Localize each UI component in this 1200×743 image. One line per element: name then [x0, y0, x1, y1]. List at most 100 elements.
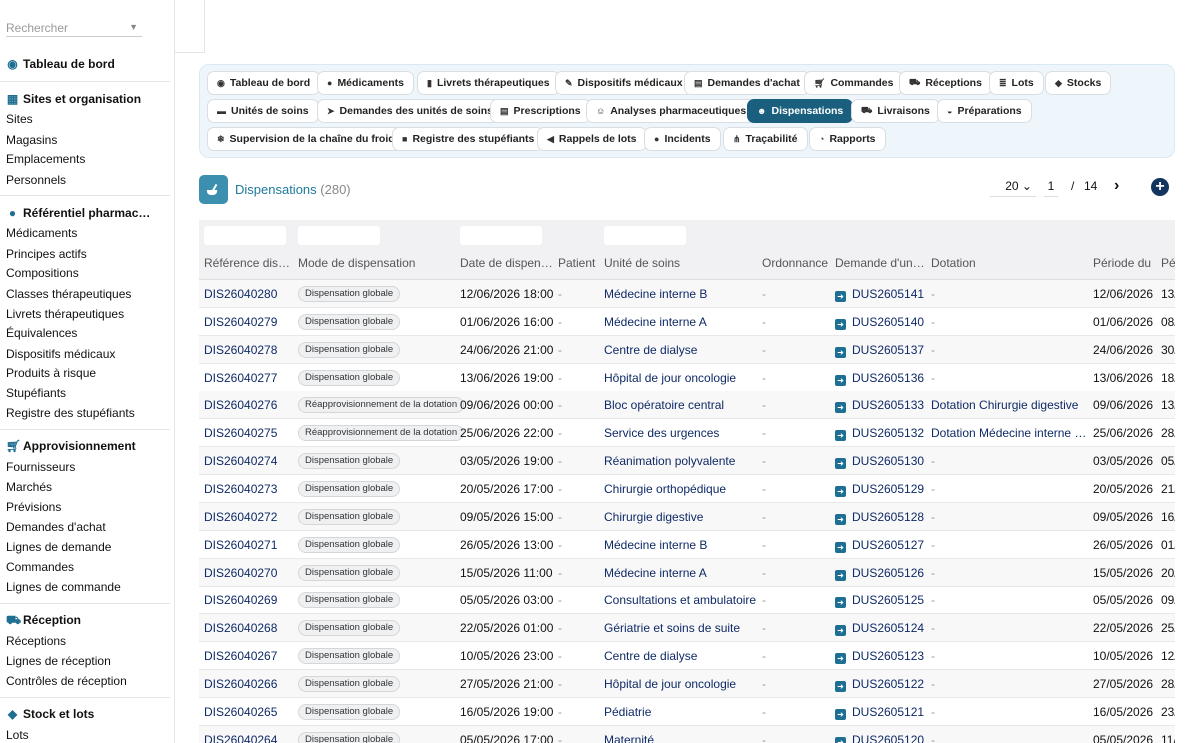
sidebar-section-approvisionnement[interactable]: 🛒︎ Approvisionnement [6, 439, 136, 453]
unit-cell[interactable]: Médecine interne A [604, 315, 707, 329]
nav-tableau-de-bord[interactable]: ◉ Tableau de bord [207, 71, 321, 95]
nav-demandes-achat[interactable]: ▤ Demandes d'achat [684, 71, 810, 95]
nav-analyses-pharmaceutiques[interactable]: ☺ Analyses pharmaceutiques [586, 99, 757, 123]
reference-cell[interactable]: DIS26040279 [204, 315, 277, 329]
nav-demandes-unites-soins[interactable]: ➤ Demandes des unités de soins [317, 99, 504, 123]
reference-cell[interactable]: DIS26040270 [204, 566, 277, 580]
table-row[interactable]: DIS26040272 Dispensation globale 09/05/202… [199, 502, 1175, 531]
nav-incidents[interactable]: ● Incidents [644, 127, 721, 151]
nav-stocks[interactable]: ◆ Stocks [1045, 71, 1112, 95]
demande-cell[interactable]: ➜ DUS2605133 [835, 398, 924, 414]
unit-cell[interactable]: Hôpital de jour oncologie [604, 677, 736, 691]
table-row[interactable]: DIS26040268 Dispensation globale 22/05/202… [199, 614, 1175, 643]
unit-cell[interactable]: Service des urgences [604, 426, 719, 440]
next-page-button[interactable]: › [1114, 177, 1119, 195]
column-header[interactable]: Date de dispen… [460, 256, 553, 270]
reference-cell[interactable]: DIS26040269 [204, 593, 277, 607]
column-header[interactable]: Ordonnance [762, 256, 828, 270]
sidebar-item-personnels[interactable]: Personnels [6, 173, 66, 187]
nav-rapports[interactable]: ◔ Rapports [809, 127, 886, 151]
table-row[interactable]: DIS26040278 Dispensation globale 24/06/202… [199, 335, 1175, 364]
nav-tracabilite[interactable]: ⋔ Traçabilité [723, 127, 808, 151]
unit-cell[interactable]: Réanimation polyvalente [604, 454, 735, 468]
reference-cell[interactable]: DIS26040272 [204, 510, 277, 524]
unit-cell[interactable]: Médecine interne B [604, 287, 707, 301]
sidebar-section-referentiel[interactable]: ● Référentiel pharmac… [6, 206, 151, 220]
dotation-cell[interactable]: Dotation Chirurgie digestive [931, 398, 1078, 412]
nav-rappels-de-lots[interactable]: ◀ Rappels de lots [537, 127, 647, 151]
reference-cell[interactable]: DIS26040266 [204, 677, 277, 691]
nav-livrets-therapeutiques[interactable]: ▮ Livrets thérapeutiques [417, 71, 560, 95]
sidebar-item-dispositifs-medicaux[interactable]: Dispositifs médicaux [6, 347, 115, 361]
unit-cell[interactable]: Maternité [604, 733, 654, 743]
reference-cell[interactable]: DIS26040273 [204, 482, 277, 496]
table-row[interactable]: DIS26040277 Dispensation globale 13/06/202… [199, 364, 1175, 392]
demande-cell[interactable]: ➜ DUS2605128 [835, 510, 924, 525]
sidebar-item-lignes-commande[interactable]: Lignes de commande [6, 580, 121, 594]
filter-input-date[interactable] [460, 226, 542, 245]
unit-cell[interactable]: Hôpital de jour oncologie [604, 371, 736, 385]
per-page-select[interactable]: 20 ⌄ [990, 177, 1036, 197]
sidebar-item-previsions[interactable]: Prévisions [6, 500, 61, 514]
sidebar-section-stock[interactable]: ◆ Stock et lots [6, 707, 94, 721]
sidebar-item-produits-a-risque[interactable]: Produits à risque [6, 366, 96, 380]
sidebar-item-stupefiants[interactable]: Stupéfiants [6, 386, 66, 400]
reference-cell[interactable]: DIS26040271 [204, 538, 277, 552]
demande-cell[interactable]: ➜ DUS2605126 [835, 566, 924, 581]
demande-cell[interactable]: ➜ DUS2605140 [835, 315, 924, 330]
table-row[interactable]: DIS26040266 Dispensation globale 27/05/202… [199, 669, 1175, 698]
unit-cell[interactable]: Chirurgie digestive [604, 510, 703, 524]
sidebar-item-receptions[interactable]: Réceptions [6, 634, 66, 648]
demande-cell[interactable]: ➜ DUS2605137 [835, 343, 924, 358]
reference-cell[interactable]: DIS26040268 [204, 621, 277, 635]
column-header[interactable]: Référence dis… [204, 256, 290, 270]
nav-supervision-chaine-froid[interactable]: ❄ Supervision de la chaîne du froid [207, 127, 405, 151]
nav-registre-stupefiants[interactable]: ■ Registre des stupéfiants [392, 127, 545, 151]
nav-receptions[interactable]: ⛟ Réceptions [899, 71, 992, 95]
table-row[interactable]: DIS26040271 Dispensation globale 26/05/202… [199, 531, 1175, 559]
reference-cell[interactable]: DIS26040275 [204, 426, 277, 440]
table-row[interactable]: DIS26040264 Dispensation globale 05/05/202… [199, 725, 1175, 743]
table-row[interactable]: DIS26040267 Dispensation globale 10/05/202… [199, 642, 1175, 671]
column-header[interactable]: Demande d'un… [835, 256, 925, 270]
filter-input-reference[interactable] [204, 226, 286, 245]
demande-cell[interactable]: ➜ DUS2605136 [835, 371, 924, 386]
sidebar-section-reception[interactable]: ⛟ Réception [6, 613, 81, 627]
filter-input-mode[interactable] [298, 226, 380, 245]
sidebar-item-sites[interactable]: Sites [6, 112, 33, 126]
sidebar-item-demandes-achat[interactable]: Demandes d'achat [6, 520, 106, 534]
sidebar-item-classes-therapeutiques[interactable]: Classes thérapeutiques [6, 287, 131, 301]
unit-cell[interactable]: Chirurgie orthopédique [604, 482, 726, 496]
column-header[interactable]: Mode de dispensation [298, 256, 415, 270]
column-header[interactable]: Pé [1161, 256, 1175, 270]
table-row[interactable]: DIS26040274 Dispensation globale 03/05/202… [199, 447, 1175, 476]
dotation-cell[interactable]: Dotation Médecine interne … [931, 426, 1086, 440]
nav-unites-de-soins[interactable]: ▬ Unités de soins [207, 99, 319, 123]
unit-cell[interactable]: Gériatrie et soins de suite [604, 621, 740, 635]
unit-cell[interactable]: Médecine interne A [604, 566, 707, 580]
page-input[interactable]: 1 [1044, 177, 1058, 197]
nav-dispensations[interactable]: ☻ Dispensations [747, 99, 854, 123]
sidebar-item-equivalences[interactable]: Équivalences [6, 326, 77, 340]
demande-cell[interactable]: ➜ DUS2605129 [835, 482, 924, 497]
sidebar-item-lots[interactable]: Lots [6, 728, 29, 742]
reference-cell[interactable]: DIS26040280 [204, 287, 277, 301]
nav-medicaments[interactable]: ● Médicaments [317, 71, 414, 95]
sidebar-item-compositions[interactable]: Compositions [6, 266, 79, 280]
sidebar-item-controles-reception[interactable]: Contrôles de réception [6, 674, 127, 688]
sidebar-section-sites[interactable]: ▦ Sites et organisation [6, 92, 141, 106]
table-row[interactable]: DIS26040265 Dispensation globale 16/05/202… [199, 698, 1175, 726]
nav-lots[interactable]: ≣ Lots [989, 71, 1044, 95]
add-button[interactable]: + [1151, 178, 1169, 196]
nav-preparations[interactable]: ◒ Préparations [937, 99, 1032, 123]
demande-cell[interactable]: ➜ DUS2605125 [835, 593, 924, 609]
demande-cell[interactable]: ➜ DUS2605132 [835, 426, 924, 442]
column-header[interactable]: Période du [1093, 256, 1151, 270]
chevron-down-icon[interactable]: ▼ [129, 22, 138, 32]
table-row[interactable]: DIS26040269 Dispensation globale 05/05/202… [199, 586, 1175, 615]
table-row[interactable]: DIS26040279 Dispensation globale 01/06/202… [199, 308, 1175, 336]
demande-cell[interactable]: ➜ DUS2605123 [835, 649, 924, 665]
filter-input-unit[interactable] [604, 226, 686, 245]
search-input[interactable]: Rechercher ▼ [6, 19, 142, 37]
sidebar-item-principes-actifs[interactable]: Principes actifs [6, 247, 87, 261]
